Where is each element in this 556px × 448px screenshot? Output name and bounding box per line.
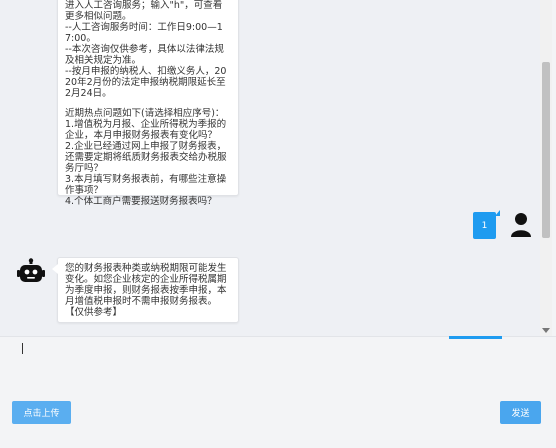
user-message: 1 — [473, 210, 500, 239]
hot-question-item[interactable]: 1.增值税为月报、企业所得税为季报的企业，本月申报财务报表有变化吗？ — [65, 119, 231, 141]
hot-question-item[interactable]: 3.本月填写财务报表前，有哪些注意操作事项？ — [65, 174, 231, 196]
hot-questions-title: 近期热点问题如下(请选择相应序号)： — [65, 108, 225, 119]
bot-message-1: 进入人工咨询服务；输入"h"，可查看更多相似问题。 --人工咨询服务时间：工作日… — [57, 0, 239, 207]
bot-message-line: --按月申报的纳税人、扣缴义务人，2020年2月份的法定申报纳税期限延长至2月2… — [65, 66, 227, 99]
upload-button-label: 点击上传 — [23, 409, 60, 419]
partial-element — [449, 336, 502, 339]
bot-message-line: 进入人工咨询服务；输入"h"，可查看更多相似问题。 — [65, 0, 223, 22]
send-button[interactable]: 发送 — [500, 401, 541, 424]
scrollbar-thumb[interactable] — [542, 62, 550, 238]
message-input[interactable] — [0, 336, 556, 448]
bot-message-2: 您的财务报表种类或纳税期限可能发生变化。如您企业核定的企业所得税属期为季度申报，… — [52, 257, 239, 323]
bot-answer-tag: 【仅供参考】 — [65, 307, 123, 318]
bot-message-line: --人工咨询服务时间：工作日9:00—17:00。 — [65, 22, 223, 44]
upload-button[interactable]: 点击上传 — [12, 401, 71, 424]
hot-question-item[interactable]: 4.个体工商户需要报送财务报表吗？ — [65, 196, 231, 207]
chat-scrollbar[interactable] — [540, 0, 552, 336]
send-button-label: 发送 — [511, 409, 530, 419]
bot-answer-text: 您的财务报表种类或纳税期限可能发生变化。如您企业核定的企业所得税属期为季度申报，… — [65, 263, 227, 307]
chat-history: 进入人工咨询服务；输入"h"，可查看更多相似问题。 --人工咨询服务时间：工作日… — [0, 0, 540, 336]
user-message-text: 1 — [481, 220, 488, 231]
text-cursor — [22, 343, 23, 354]
bot-message-line: --本次咨询仅供参考，具体以法律法规及相关规定为准。 — [65, 44, 224, 66]
scroll-down-arrow-icon[interactable] — [542, 328, 550, 333]
user-icon — [511, 213, 531, 237]
chat-app: 进入人工咨询服务；输入"h"，可查看更多相似问题。 --人工咨询服务时间：工作日… — [0, 0, 556, 448]
hot-question-item[interactable]: 2.企业已经通过网上申报了财务报表，还需要定期将纸质财务报表交给办税服务厅吗？ — [65, 141, 231, 174]
robot-icon — [17, 258, 45, 282]
